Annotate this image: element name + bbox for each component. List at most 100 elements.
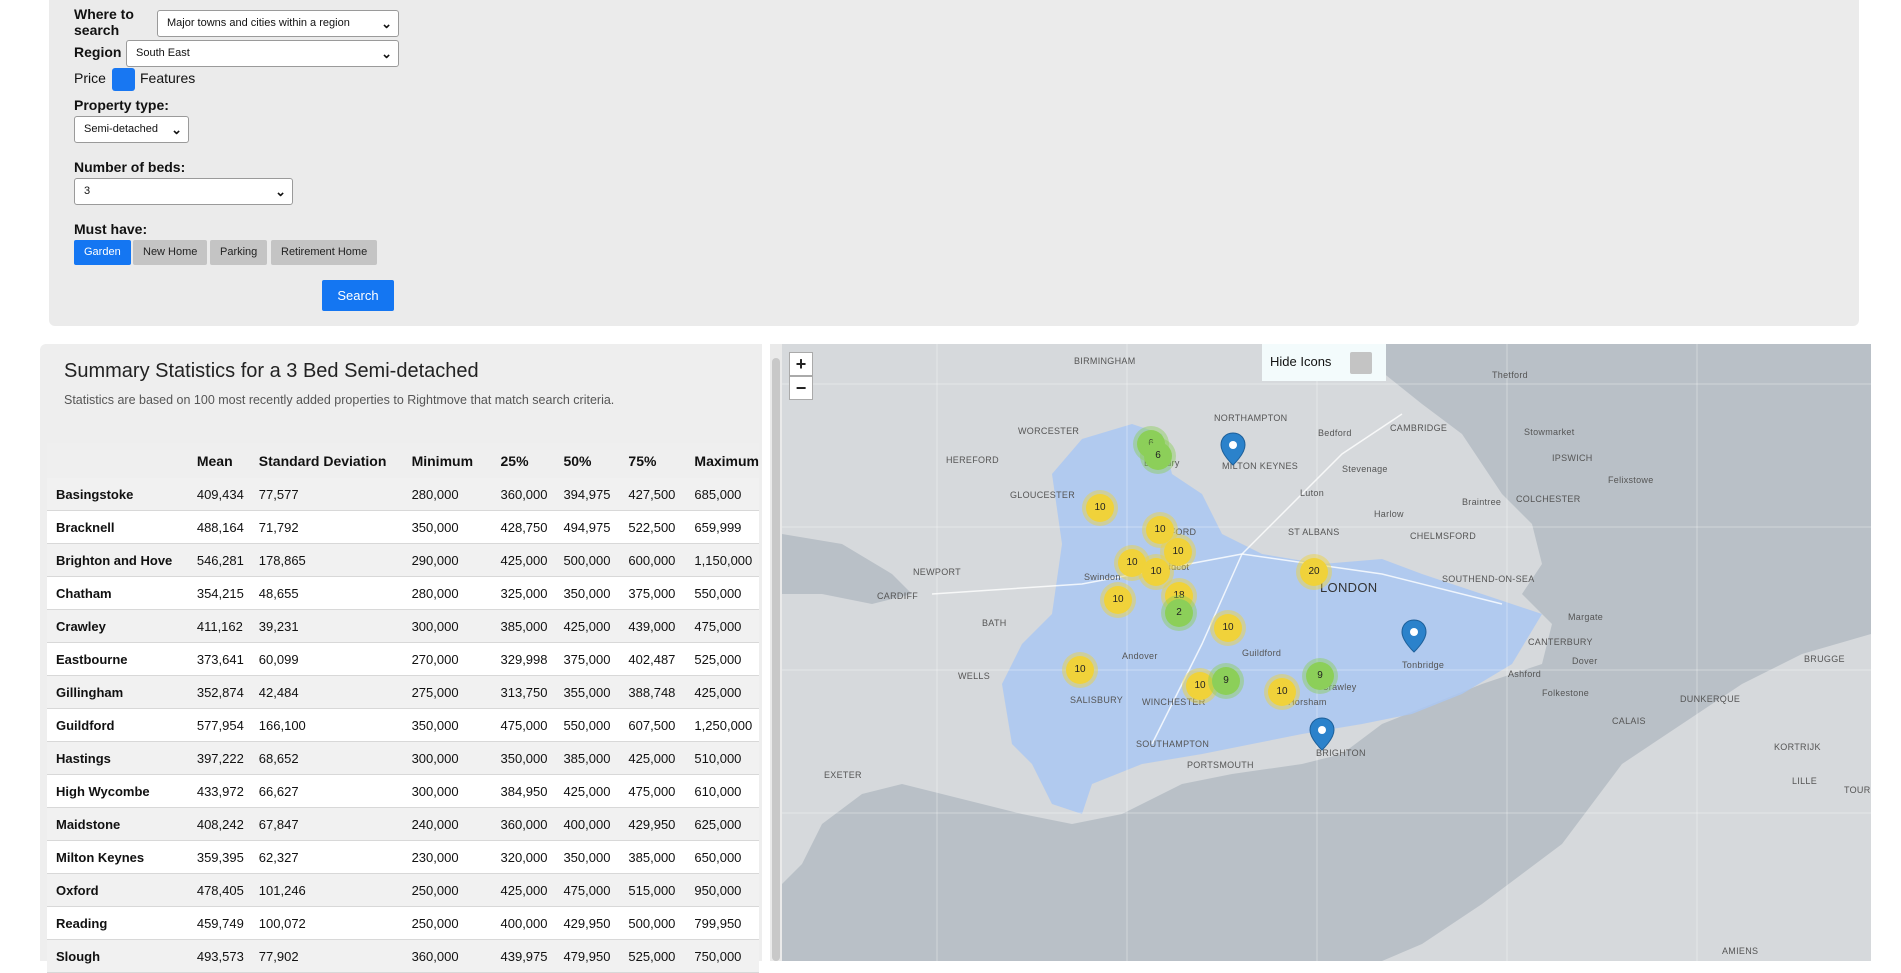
where-to-search-label: Where to search bbox=[74, 6, 134, 38]
map-label-bath: BATH bbox=[982, 618, 1007, 628]
number-of-beds-value: 3 bbox=[84, 185, 91, 197]
map-label-felixstowe: Felixstowe bbox=[1608, 475, 1654, 485]
table-row: Eastbourne 373,641 60,099 270,000 329,998 375… bbox=[47, 642, 759, 676]
table-cell: 71,792 bbox=[258, 510, 412, 544]
row-city-name: Reading bbox=[47, 906, 197, 940]
chevron-down-icon: ⌄ bbox=[275, 184, 286, 199]
column-header: 75% bbox=[628, 443, 695, 478]
map-label-cardiff: CARDIFF bbox=[877, 591, 919, 601]
number-of-beds-select[interactable]: 3 ⌄ bbox=[74, 178, 293, 205]
map-label-thetford: Thetford bbox=[1492, 370, 1528, 380]
table-cell: 500,000 bbox=[563, 543, 629, 577]
table-cell: 459,749 bbox=[196, 906, 259, 940]
marker-cluster[interactable]: 10 bbox=[1186, 672, 1214, 700]
region-select[interactable]: South East ⌄ bbox=[126, 40, 399, 67]
marker-cluster[interactable]: 10 bbox=[1104, 586, 1132, 614]
table-cell: 510,000 bbox=[694, 741, 759, 775]
table-cell: 385,000 bbox=[563, 741, 629, 775]
table-cell: 360,000 bbox=[411, 939, 501, 973]
map-label-brugge: BRUGGE bbox=[1804, 654, 1845, 664]
column-header: Mean bbox=[196, 443, 259, 478]
table-cell: 385,000 bbox=[628, 840, 695, 874]
table-cell: 500,000 bbox=[628, 906, 695, 940]
price-features-toggle[interactable] bbox=[112, 68, 135, 91]
map-label-cambridge: CAMBRIDGE bbox=[1390, 423, 1448, 433]
row-city-name: Crawley bbox=[47, 609, 197, 643]
table-cell: 950,000 bbox=[694, 873, 759, 907]
must-have-new-home-button[interactable]: New Home bbox=[133, 240, 208, 265]
table-cell: 352,874 bbox=[196, 675, 259, 709]
property-type-select[interactable]: Semi-detached ⌄ bbox=[74, 116, 189, 143]
table-cell: 625,000 bbox=[694, 807, 759, 841]
table-cell: 280,000 bbox=[411, 576, 501, 610]
table-cell: 360,000 bbox=[500, 478, 564, 511]
table-cell: 300,000 bbox=[411, 774, 501, 808]
map-label-colchester: COLCHESTER bbox=[1516, 494, 1581, 504]
property-type-value: Semi-detached bbox=[84, 123, 158, 135]
table-cell: 250,000 bbox=[411, 906, 501, 940]
marker-cluster[interactable]: 10 bbox=[1164, 538, 1192, 566]
row-city-name: Slough bbox=[47, 939, 197, 973]
table-cell: 77,577 bbox=[258, 478, 412, 511]
table-cell: 488,164 bbox=[196, 510, 259, 544]
row-city-name: Brighton and Hove bbox=[47, 543, 197, 577]
table-row: Brighton and Hove 546,281 178,865 290,000 42… bbox=[47, 543, 759, 577]
table-cell: 350,000 bbox=[500, 741, 564, 775]
table-cell: 384,950 bbox=[500, 774, 564, 808]
table-cell: 799,950 bbox=[694, 906, 759, 940]
map-label-andover: Andover bbox=[1122, 651, 1158, 661]
table-cell: 433,972 bbox=[196, 774, 259, 808]
must-have-garden-button[interactable]: Garden bbox=[74, 240, 131, 265]
table-cell: 400,000 bbox=[500, 906, 564, 940]
table-cell: 48,655 bbox=[258, 576, 412, 610]
map-label-ipswich: IPSWICH bbox=[1552, 453, 1593, 463]
table-cell: 425,000 bbox=[628, 741, 695, 775]
table-cell: 659,999 bbox=[694, 510, 759, 544]
marker-cluster[interactable]: 10 bbox=[1214, 614, 1242, 642]
chevron-down-icon: ⌄ bbox=[381, 16, 392, 31]
table-cell: 425,000 bbox=[500, 543, 564, 577]
search-button[interactable]: Search bbox=[322, 280, 394, 311]
zoom-in-button[interactable]: + bbox=[789, 352, 813, 376]
table-cell: 290,000 bbox=[411, 543, 501, 577]
price-label: Price bbox=[74, 70, 106, 86]
table-cell: 359,395 bbox=[196, 840, 259, 874]
marker-cluster[interactable]: 20 bbox=[1300, 558, 1328, 586]
marker-cluster[interactable]: 9 bbox=[1306, 662, 1334, 690]
marker-cluster[interactable]: 10 bbox=[1142, 558, 1170, 586]
marker-cluster[interactable]: 10 bbox=[1086, 494, 1114, 522]
map-label-exeter: EXETER bbox=[824, 770, 862, 780]
map-label-southampton: SOUTHAMPTON bbox=[1136, 739, 1210, 749]
table-cell: 475,000 bbox=[628, 774, 695, 808]
table-cell: 320,000 bbox=[500, 840, 564, 874]
table-cell: 750,000 bbox=[694, 939, 759, 973]
marker-cluster[interactable]: 2 bbox=[1165, 599, 1193, 627]
table-cell: 355,000 bbox=[563, 675, 629, 709]
must-have-parking-button[interactable]: Parking bbox=[210, 240, 268, 265]
marker-cluster[interactable]: 9 bbox=[1212, 667, 1240, 695]
table-row: Bracknell 488,164 71,792 350,000 428,750 494,… bbox=[47, 510, 759, 544]
hide-icons-control[interactable]: Hide Icons bbox=[1262, 344, 1386, 381]
summary-table-container: Mean Standard Deviation Minimum 25% 50% … bbox=[47, 443, 759, 973]
row-city-name: Milton Keynes bbox=[47, 840, 197, 874]
scrollbar-thumb[interactable] bbox=[772, 358, 780, 961]
summary-table: Mean Standard Deviation Minimum 25% 50% … bbox=[47, 443, 759, 973]
table-cell: 394,975 bbox=[563, 478, 629, 511]
column-header bbox=[47, 443, 197, 478]
marker-cluster[interactable]: 6 bbox=[1144, 442, 1172, 470]
hide-icons-toggle[interactable] bbox=[1350, 352, 1372, 374]
zoom-out-button[interactable]: − bbox=[789, 376, 813, 400]
row-city-name: High Wycombe bbox=[47, 774, 197, 808]
map-view[interactable]: LONDON BIRMINGHAM WORCESTER HEREFORD GLO… bbox=[782, 344, 1871, 961]
marker-cluster[interactable]: 10 bbox=[1066, 656, 1094, 684]
map-label-birmingham: BIRMINGHAM bbox=[1074, 356, 1136, 366]
table-cell: 1,150,000 bbox=[694, 543, 759, 577]
where-to-search-select[interactable]: Major towns and cities within a region ⌄ bbox=[157, 10, 399, 37]
table-row: Gillingham 352,874 42,484 275,000 313,750 355… bbox=[47, 675, 759, 709]
chevron-down-icon: ⌄ bbox=[381, 46, 392, 61]
map-label-kortrijk: KORTRIJK bbox=[1774, 742, 1821, 752]
must-have-retirement-home-button[interactable]: Retirement Home bbox=[271, 240, 378, 265]
marker-cluster[interactable]: 10 bbox=[1268, 678, 1296, 706]
table-row: Chatham 354,215 48,655 280,000 325,000 350,00… bbox=[47, 576, 759, 610]
table-cell: 360,000 bbox=[500, 807, 564, 841]
